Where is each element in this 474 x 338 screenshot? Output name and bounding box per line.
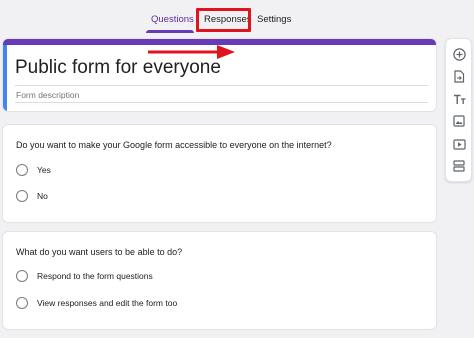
- floating-toolbar: [445, 38, 472, 182]
- title-card-focus-bar: [3, 45, 7, 111]
- radio-button[interactable]: [16, 297, 28, 309]
- radio-button[interactable]: [16, 270, 28, 282]
- tab-questions[interactable]: Questions: [151, 14, 194, 26]
- option-no[interactable]: No: [16, 189, 48, 203]
- option-respond[interactable]: Respond to the form questions: [16, 269, 153, 283]
- tab-settings[interactable]: Settings: [257, 14, 291, 26]
- add-image-icon[interactable]: [452, 114, 466, 128]
- option-label: Yes: [37, 165, 51, 175]
- radio-button[interactable]: [16, 164, 28, 176]
- question-card-2[interactable]: What do you want users to be able to do?…: [2, 231, 437, 330]
- radio-button[interactable]: [16, 190, 28, 202]
- add-question-icon[interactable]: [452, 47, 466, 61]
- tab-bar: Questions Responses Settings: [0, 0, 474, 34]
- responses-highlight-box: [196, 8, 251, 32]
- option-view-edit[interactable]: View responses and edit the form too: [16, 296, 177, 310]
- option-label: No: [37, 191, 48, 201]
- annotation-arrow-icon: [148, 45, 235, 59]
- title-underline: [15, 85, 428, 86]
- question-text: What do you want users to be able to do?: [16, 247, 183, 257]
- question-text: Do you want to make your Google form acc…: [16, 140, 332, 150]
- form-title[interactable]: Public form for everyone: [15, 57, 221, 79]
- active-tab-indicator: [146, 30, 194, 33]
- add-section-icon[interactable]: [452, 159, 466, 173]
- add-title-icon[interactable]: [452, 92, 466, 106]
- description-underline: [15, 102, 428, 103]
- add-video-icon[interactable]: [452, 137, 466, 151]
- question-card-1[interactable]: Do you want to make your Google form acc…: [2, 124, 437, 223]
- option-label: View responses and edit the form too: [37, 298, 178, 308]
- import-questions-icon[interactable]: [452, 69, 466, 83]
- form-description-field[interactable]: Form description: [16, 90, 79, 101]
- option-yes[interactable]: Yes: [16, 163, 51, 177]
- option-label: Respond to the form questions: [37, 271, 153, 281]
